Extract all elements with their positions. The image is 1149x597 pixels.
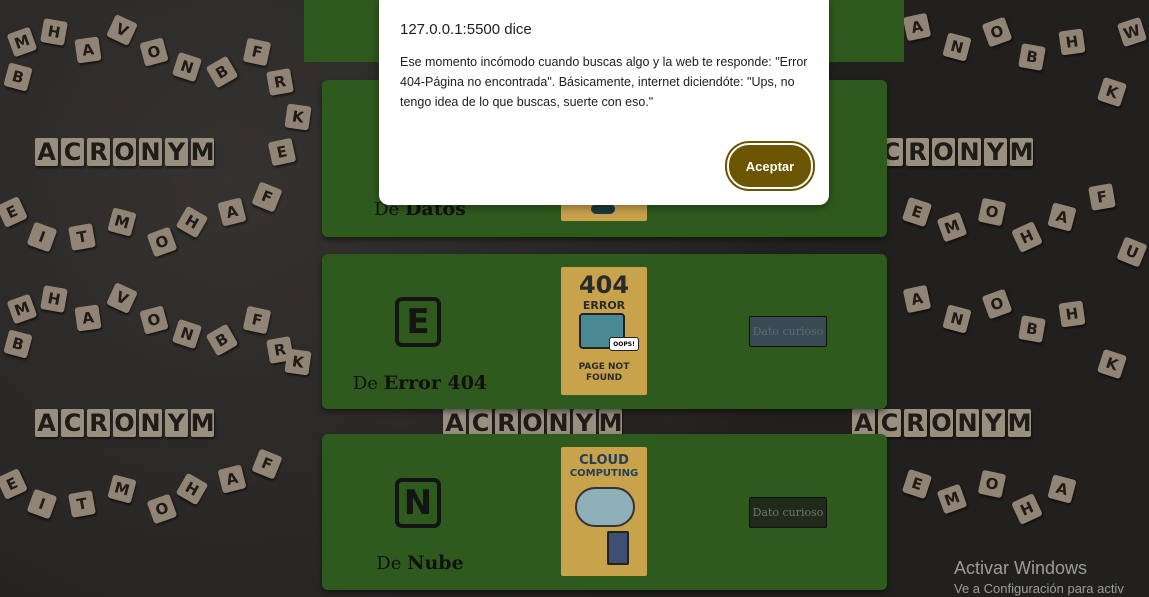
- watermark-title: Activar Windows: [954, 558, 1088, 578]
- fun-fact-button[interactable]: Dato curioso: [749, 316, 827, 347]
- alert-dialog: 127.0.0.1:5500 dice Ese momento incómodo…: [379, 0, 829, 205]
- server-icon: [607, 531, 629, 565]
- card-nube: N De Nube CLOUD COMPUTING Dato curioso: [322, 434, 887, 590]
- card-caption: De Nube: [376, 552, 464, 574]
- windows-activation-watermark: Activar Windows Ve a Configuración para …: [954, 558, 1124, 596]
- letter-e-icon: E: [395, 297, 441, 347]
- dialog-message: Ese momento incómodo cuando buscas algo …: [400, 55, 808, 109]
- dialog-title: 127.0.0.1:5500 dice: [400, 21, 532, 38]
- fun-fact-button[interactable]: Dato curioso: [749, 497, 827, 528]
- watermark-subtitle: Ve a Configuración para activ: [954, 581, 1124, 596]
- accept-button[interactable]: Aceptar: [727, 143, 813, 189]
- cloud-icon: [575, 487, 635, 527]
- card-caption: De Error 404: [352, 372, 488, 394]
- cloud-computing-poster: CLOUD COMPUTING: [561, 447, 647, 576]
- error-404-poster: 404 ERROR OOPS! PAGE NOT FOUND: [561, 267, 647, 395]
- letter-n-icon: N: [395, 478, 441, 528]
- card-error-404: E De Error 404 404 ERROR OOPS! PAGE NOT F…: [322, 254, 887, 409]
